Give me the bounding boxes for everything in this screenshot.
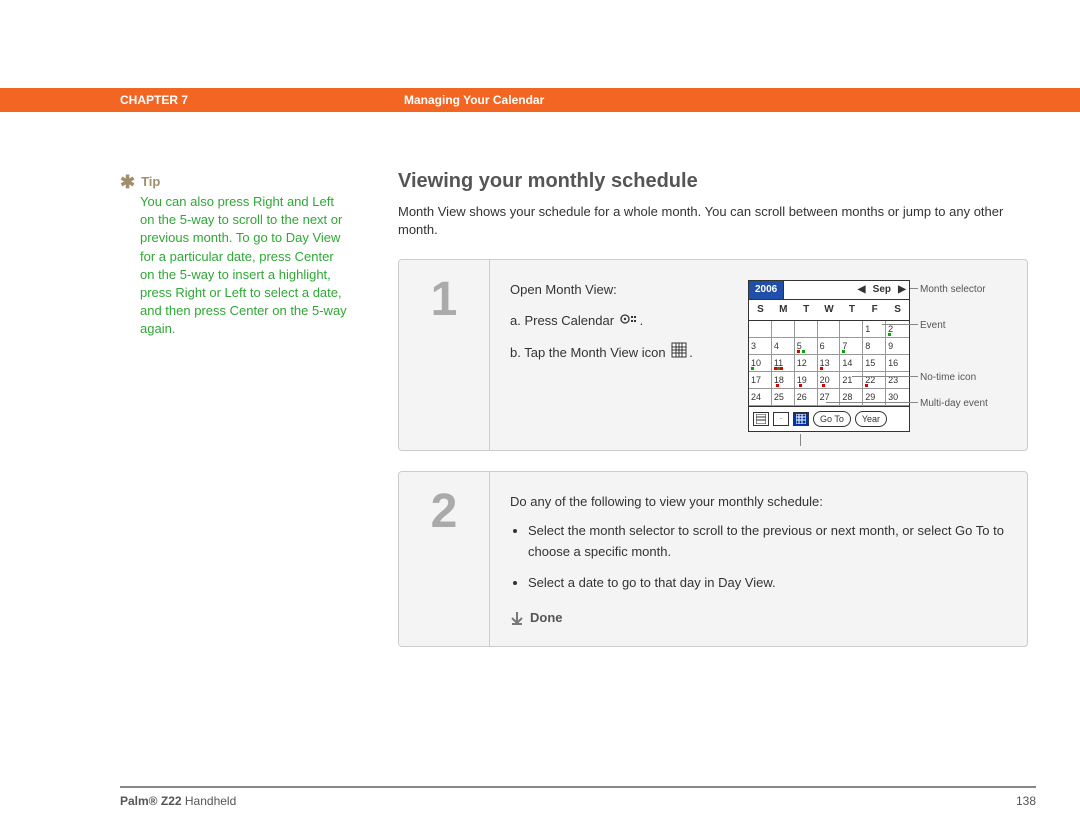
calendar-day[interactable]: 24 [749,389,772,406]
step-number: 2 [431,488,458,536]
calendar-day[interactable]: 10 [749,355,772,372]
calendar-day[interactable]: 16 [886,355,909,372]
main-content: Viewing your monthly schedule Month View… [398,170,1028,667]
step-1a: a. Press Calendar [510,313,618,328]
next-month-arrow[interactable]: ▶ [895,282,909,298]
calendar-day[interactable]: 12 [795,355,818,372]
step-1-content: Open Month View: a. Press Calendar . b. … [490,260,1027,450]
chapter-title: Managing Your Calendar [398,88,1080,112]
calendar-day[interactable]: 8 [863,338,886,355]
done-label: Done [530,608,563,629]
footer-product: Palm® Z22 Handheld [120,794,236,808]
calendar-day[interactable]: 19 [795,372,818,389]
year-button[interactable]: Year [855,411,887,427]
calendar-day[interactable]: 25 [772,389,795,406]
calendar-grid[interactable]: 1234567891011121314151617181920212223242… [749,321,909,406]
calendar-day[interactable]: 18 [772,372,795,389]
label-month-view-icon: Month View icon [756,448,829,451]
month-view-icon[interactable] [793,412,809,426]
page-title: Viewing your monthly schedule [398,170,1028,193]
step-2-intro: Do any of the following to view your mon… [510,492,1009,513]
step-number-col: 2 [399,472,490,646]
prev-month-arrow[interactable]: ◀ [855,282,869,298]
calendar-day[interactable]: 21 [840,372,863,389]
page-number: 138 [1016,794,1036,808]
calendar-day[interactable] [795,321,818,338]
calendar-day[interactable]: 4 [772,338,795,355]
page-footer: Palm® Z22 Handheld 138 [120,786,1036,808]
month-selector[interactable]: 2006 ◀ Sep ▶ [749,281,909,299]
bullet-2: Select a date to go to that day in Day V… [528,573,1009,594]
step-2-content: Do any of the following to view your mon… [490,472,1027,646]
calendar-hardware-icon [620,311,638,332]
step-1b: b. Tap the Month View icon [510,345,669,360]
chapter-bar: CHAPTER 7 Managing Your Calendar [0,88,1080,112]
day-of-week-row: SMTWTFS [749,299,909,321]
open-month-view-label: Open Month View: [510,280,730,301]
tip-header: ✱ Tip [120,174,350,189]
calendar-day[interactable] [749,321,772,338]
calendar-day[interactable]: 11 [772,355,795,372]
step-number-col: 1 [399,260,490,450]
calendar-day[interactable]: 26 [795,389,818,406]
manual-page: CHAPTER 7 Managing Your Calendar ✱ Tip Y… [0,0,1080,834]
calendar-day[interactable]: 3 [749,338,772,355]
label-event: Event [920,318,946,334]
tip-sidebar: ✱ Tip You can also press Right and Left … [120,174,350,339]
done-row: Done [510,608,1009,629]
step-1-instructions: Open Month View: a. Press Calendar . b. … [510,280,730,365]
calendar-day[interactable]: 29 [863,389,886,406]
calendar-day[interactable]: 28 [840,389,863,406]
bullet-1: Select the month selector to scroll to t… [528,521,1009,563]
calendar-day[interactable]: 17 [749,372,772,389]
month-view-inline-icon [671,342,687,365]
day-view-icon[interactable] [753,412,769,426]
calendar-day[interactable] [772,321,795,338]
calendar-day[interactable]: 7 [840,338,863,355]
tip-body: You can also press Right and Left on the… [120,193,350,339]
intro-text: Month View shows your schedule for a who… [398,203,1028,239]
calendar-day[interactable]: 20 [818,372,841,389]
year-label: 2006 [749,281,784,299]
calendar-day[interactable] [840,321,863,338]
step-number: 1 [431,276,458,324]
go-to-button[interactable]: Go To [813,411,851,427]
tip-label: Tip [141,174,160,189]
label-multi-day: Multi-day event [920,396,988,412]
calendar-screenshot: 2006 ◀ Sep ▶ SMTWTFS 1234567891011121314… [748,280,1009,432]
calendar-day[interactable]: 13 [818,355,841,372]
step-2-bullets: Select the month selector to scroll to t… [510,521,1009,593]
calendar-day[interactable] [818,321,841,338]
calendar-day[interactable]: 27 [818,389,841,406]
calendar-footer: · Go To Year [749,406,909,431]
calendar-day[interactable]: 22 [863,372,886,389]
calendar-day[interactable]: 23 [886,372,909,389]
month-label: Sep [869,282,895,298]
step-1-box: 1 Open Month View: a. Press Calendar . [398,259,1028,451]
calendar-day[interactable]: 9 [886,338,909,355]
calendar-day[interactable]: 14 [840,355,863,372]
calendar-day[interactable]: 15 [863,355,886,372]
calendar-day[interactable]: 6 [818,338,841,355]
label-month-selector: Month selector [920,282,986,298]
step-2-box: 2 Do any of the following to view your m… [398,471,1028,647]
chapter-label: CHAPTER 7 [0,88,398,112]
calendar-day[interactable]: 30 [886,389,909,406]
label-no-time: No-time icon [920,370,976,386]
done-arrow-icon [510,611,524,625]
week-view-icon[interactable]: · [773,412,789,426]
month-view-widget: 2006 ◀ Sep ▶ SMTWTFS 1234567891011121314… [748,280,910,432]
calendar-day[interactable]: 5 [795,338,818,355]
asterisk-icon: ✱ [120,175,135,189]
